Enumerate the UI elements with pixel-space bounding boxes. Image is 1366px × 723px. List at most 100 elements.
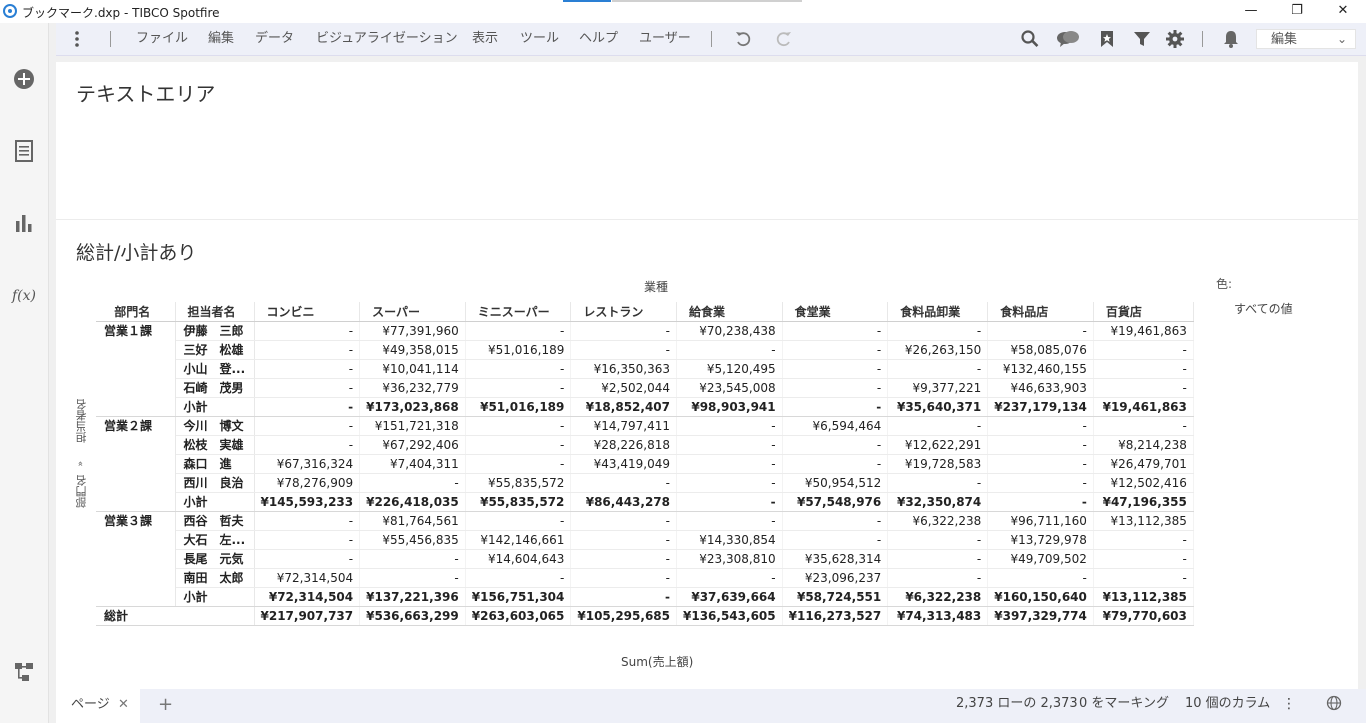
value-cell[interactable]: ¥49,358,015 [359,340,466,360]
value-cell[interactable]: ¥12,502,416 [1093,473,1194,493]
value-cell[interactable]: - [676,435,783,455]
close-icon[interactable]: ✕ [118,689,129,721]
person-cell[interactable]: 大石 左... [175,530,255,550]
person-cell[interactable]: 伊藤 三郎 [175,321,255,341]
value-cell[interactable]: - [465,511,572,531]
subtotal-row[interactable]: 小計 ¥72,314,504 ¥137,221,396 ¥156,751,304- ¥3… [96,587,1194,607]
menu-user[interactable]: ユーザー [639,23,691,55]
person-cell[interactable]: 三好 松雄 [175,340,255,360]
subtotal-row[interactable]: 小計 ¥145,593,233 ¥226,418,035 ¥55,835,572 ¥86… [96,492,1194,512]
value-cell[interactable]: - [887,359,989,379]
value-cell[interactable]: ¥77,391,960 [359,321,466,341]
value-cell[interactable]: ¥14,330,854 [676,530,783,550]
value-cell[interactable]: - [987,321,1094,341]
value-cell[interactable]: - [254,511,361,531]
menu-file[interactable]: ファイル [136,23,188,55]
header-col[interactable]: ミニスーパー [465,302,572,322]
value-cell[interactable]: - [782,321,889,341]
person-cell[interactable]: 今川 博文 [175,416,255,436]
subtotal-cell[interactable]: ¥98,903,941 [676,397,783,417]
subtotal-cell[interactable]: ¥160,150,640 [987,587,1094,607]
subtotal-cell[interactable]: - [254,397,361,417]
value-cell[interactable]: ¥19,728,583 [887,454,989,474]
add-page-icon[interactable]: + [158,689,173,721]
grand-total-cell[interactable]: ¥105,295,685 [570,606,677,626]
value-cell[interactable]: ¥151,721,318 [359,416,466,436]
value-cell[interactable]: ¥67,316,324 [254,454,361,474]
header-col[interactable]: 給食業 [676,302,783,322]
column-axis-label[interactable]: 業種 [644,278,668,295]
value-cell[interactable]: - [887,568,989,588]
marked-count[interactable]: 0 をマーキング [1079,689,1169,719]
value-cell[interactable]: - [1093,549,1194,569]
value-cell[interactable]: ¥19,461,863 [1093,321,1194,341]
value-cell[interactable]: - [1093,340,1194,360]
subtotal-cell[interactable]: ¥55,835,572 [465,492,572,512]
menu-view[interactable]: 表示 [472,23,498,55]
value-cell[interactable]: - [987,454,1094,474]
value-cell[interactable]: - [987,473,1094,493]
table-row[interactable]: 長尾 元気 - - ¥14,604,643- ¥23,308,810 ¥35,628,31… [96,549,1194,569]
value-cell[interactable]: - [465,416,572,436]
subtotal-cell[interactable]: - [987,492,1094,512]
more-options-icon[interactable] [72,29,82,49]
value-cell[interactable]: - [676,454,783,474]
subtotal-cell[interactable]: ¥57,548,976 [782,492,889,512]
value-cell[interactable]: ¥78,276,909 [254,473,361,493]
value-cell[interactable]: ¥23,545,008 [676,378,783,398]
subtotal-cell[interactable]: ¥19,461,863 [1093,397,1194,417]
hierarchy-icon[interactable] [12,660,36,684]
value-cell[interactable]: ¥16,350,363 [570,359,677,379]
header-col[interactable]: コンビニ [254,302,361,322]
value-cell[interactable]: - [1093,378,1194,398]
filter-icon[interactable] [1132,29,1152,49]
subtotal-cell[interactable]: ¥6,322,238 [887,587,989,607]
value-cell[interactable]: - [254,321,361,341]
person-cell[interactable]: 小山 登... [175,359,255,379]
person-cell[interactable]: 長尾 元気 [175,549,255,569]
value-cell[interactable]: - [676,568,783,588]
value-cell[interactable]: ¥9,377,221 [887,378,989,398]
value-cell[interactable]: - [676,416,783,436]
value-cell[interactable]: - [254,416,361,436]
value-cell[interactable]: ¥43,419,049 [570,454,677,474]
value-cell[interactable]: ¥58,085,076 [987,340,1094,360]
subtotal-cell[interactable]: ¥226,418,035 [359,492,466,512]
value-cell[interactable]: ¥10,041,114 [359,359,466,379]
value-cell[interactable]: ¥50,954,512 [782,473,889,493]
subtotal-cell[interactable]: ¥51,016,189 [465,397,572,417]
menu-tools[interactable]: ツール [520,23,559,55]
header-col[interactable]: 食料品店 [987,302,1094,322]
value-cell[interactable]: ¥5,120,495 [676,359,783,379]
undo-icon[interactable] [733,29,753,49]
value-cell[interactable]: - [782,378,889,398]
subtotal-cell[interactable]: ¥32,350,874 [887,492,989,512]
globe-icon[interactable] [1326,695,1342,715]
bookmark-icon[interactable] [1097,29,1117,49]
value-cell[interactable]: - [465,321,572,341]
value-cell[interactable]: ¥12,622,291 [887,435,989,455]
value-cell[interactable]: ¥14,604,643 [465,549,572,569]
subtotal-cell[interactable]: ¥173,023,868 [359,397,466,417]
minimize-button[interactable]: — [1228,0,1274,23]
add-data-icon[interactable] [12,67,36,91]
header-dept[interactable]: 部門名 [96,302,176,322]
table-row[interactable]: 営業１課 伊藤 三郎 - ¥77,391,960- - ¥70,238,438- - - ¥19… [96,321,1194,417]
value-cell[interactable]: ¥96,711,160 [987,511,1094,531]
value-cell[interactable]: ¥6,322,238 [887,511,989,531]
subtotal-cell[interactable]: ¥156,751,304 [465,587,572,607]
menu-help[interactable]: ヘルプ [579,23,618,55]
value-cell[interactable]: - [254,435,361,455]
cross-table[interactable]: 部門名 担当者名 コンビニ スーパー ミニスーパー レストラン 給食業 食堂業 … [96,302,1194,626]
subtotal-cell[interactable]: ¥18,852,407 [570,397,677,417]
redo-icon[interactable] [774,29,794,49]
header-person[interactable]: 担当者名 [175,302,255,322]
value-cell[interactable]: - [987,416,1094,436]
value-cell[interactable]: - [1093,416,1194,436]
color-legend-value[interactable]: すべての値 [1234,300,1293,317]
visualization-types-icon[interactable] [12,211,36,235]
page-tab[interactable]: ページ ✕ [56,689,140,723]
subtotal-cell[interactable]: ¥237,179,134 [987,397,1094,417]
person-cell[interactable]: 西川 良治 [175,473,255,493]
grand-total-cell[interactable]: ¥136,543,605 [676,606,783,626]
